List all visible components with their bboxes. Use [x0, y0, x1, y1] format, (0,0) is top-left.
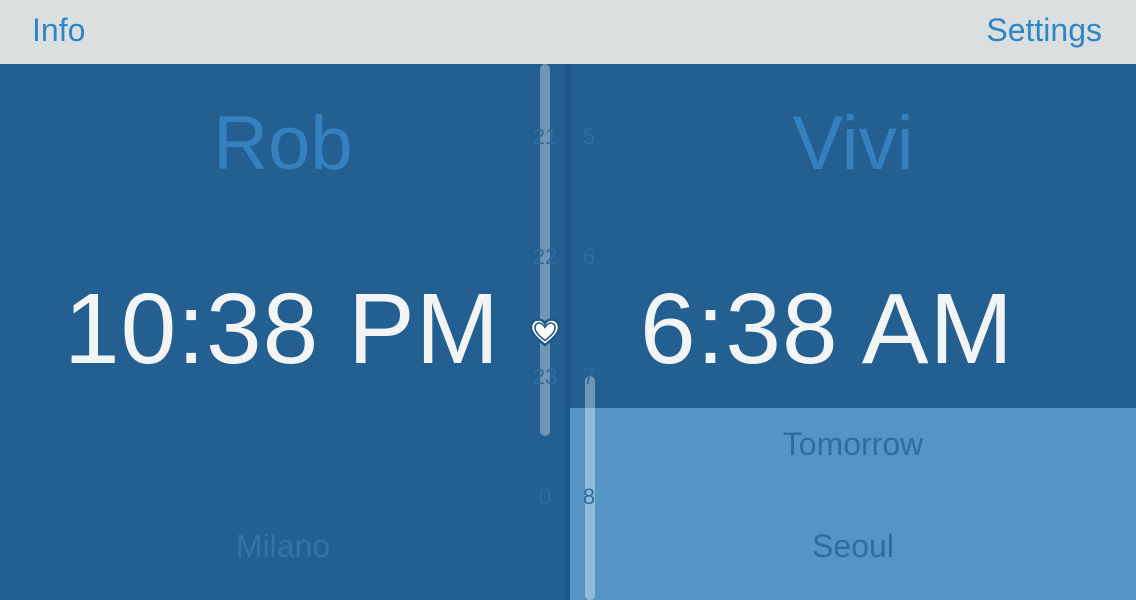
right-person-time: 6:38 AM [640, 273, 1014, 385]
left-person-name: Rob [213, 101, 353, 186]
right-person-city: Seoul [812, 528, 894, 564]
right-person-panel[interactable]: Vivi 6:38 AM Tomorrow Seoul [570, 64, 1136, 600]
right-hour-tick: 5 [582, 124, 596, 149]
right-person-day-label: Tomorrow [782, 426, 924, 462]
time-comparison-area: Rob 10:38 PM Milano Vivi 6:38 AM Tomorro… [0, 64, 1136, 600]
left-hour-tick: 21 [532, 124, 558, 149]
top-navigation-bar: Info Settings [0, 0, 1136, 64]
left-person-panel[interactable]: Rob 10:38 PM Milano [0, 64, 566, 600]
left-person-time: 10:38 PM [64, 273, 501, 385]
info-button[interactable]: Info [32, 10, 85, 50]
heart-icon[interactable] [528, 316, 562, 350]
right-hour-tick: 6 [582, 244, 596, 269]
right-hour-tick: 8 [582, 484, 596, 509]
left-hour-tick: 22 [532, 244, 558, 269]
left-person-city: Milano [235, 528, 331, 564]
left-hour-tick: 23 [532, 364, 558, 389]
left-hour-tick: 0 [538, 484, 552, 509]
panel-divider [566, 64, 570, 600]
settings-button[interactable]: Settings [986, 10, 1102, 50]
right-person-name: Vivi [792, 101, 914, 186]
right-hour-tick: 7 [582, 364, 596, 389]
